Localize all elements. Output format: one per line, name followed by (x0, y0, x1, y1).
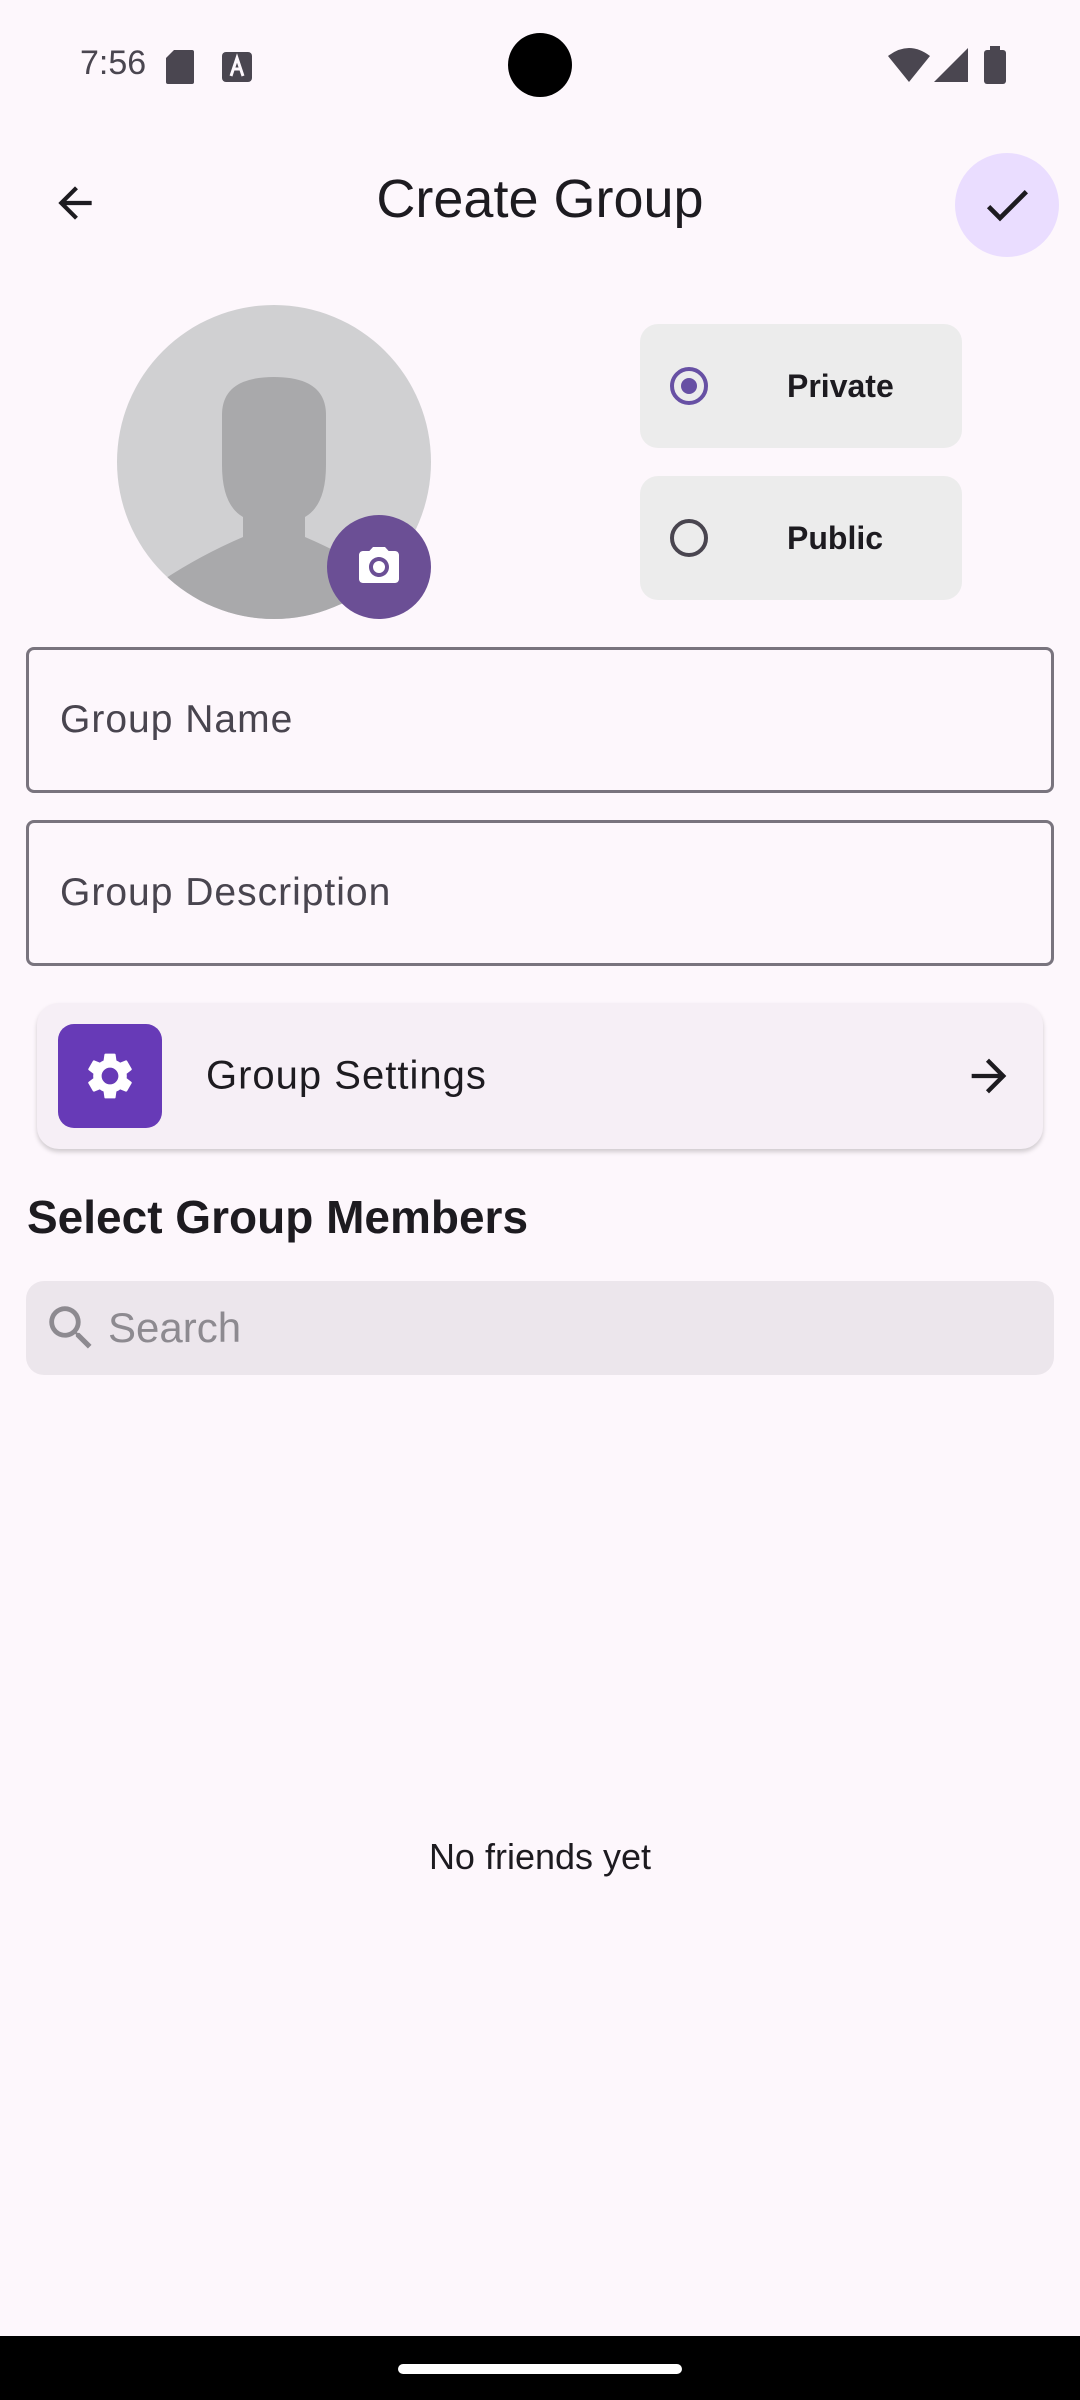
empty-friends-message: No friends yet (428, 1836, 652, 1877)
battery-icon (984, 46, 1006, 89)
group-description-field[interactable]: Group Description (26, 820, 1054, 966)
search-placeholder: Search (108, 1304, 242, 1351)
group-name-placeholder: Group Name (60, 698, 294, 741)
group-settings-button[interactable]: Group Settings (37, 1003, 1043, 1149)
camera-icon (359, 547, 399, 583)
page-title: Create Group (376, 169, 704, 229)
home-gesture-handle[interactable] (398, 2364, 682, 2374)
radio-public[interactable] (670, 519, 708, 557)
gear-icon (88, 1053, 132, 1099)
wifi-icon (888, 48, 930, 87)
select-members-heading: Select Group Members (27, 1191, 529, 1243)
settings-icon-box (58, 1024, 162, 1128)
privacy-label-private: Private (787, 367, 894, 404)
change-photo-button[interactable] (327, 515, 431, 619)
search-icon (49, 1306, 92, 1349)
privacy-option-public[interactable]: Public (640, 476, 962, 600)
signal-icon (934, 48, 968, 87)
member-search-input[interactable]: Search (26, 1281, 1054, 1375)
a-font-icon (222, 52, 252, 87)
confirm-button[interactable] (955, 153, 1059, 257)
privacy-option-private[interactable]: Private (640, 324, 962, 448)
arrow-forward-icon (971, 1058, 1007, 1094)
radio-private[interactable] (670, 367, 708, 405)
check-icon (986, 190, 1028, 222)
status-time: 7:56 (80, 44, 147, 82)
sd-card-icon (166, 50, 194, 89)
front-camera-cutout (508, 33, 572, 97)
group-settings-label: Group Settings (206, 1053, 487, 1098)
group-name-field[interactable]: Group Name (26, 647, 1054, 793)
privacy-label-public: Public (787, 519, 884, 556)
group-description-placeholder: Group Description (60, 871, 392, 914)
